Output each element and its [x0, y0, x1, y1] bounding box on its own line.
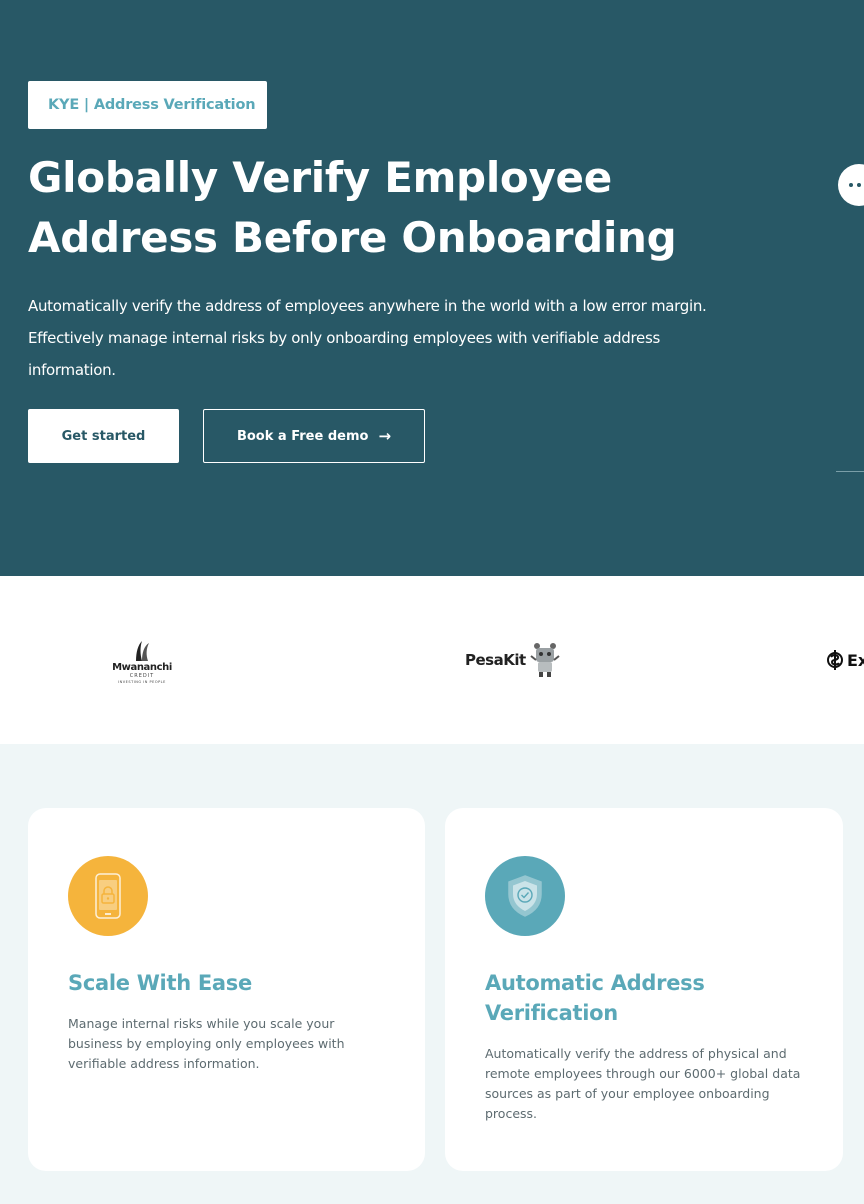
- dot-icon: [857, 183, 861, 187]
- dot-icon: [849, 183, 853, 187]
- mwananchi-mark-icon: [136, 641, 149, 661]
- product-tag: KYE | Address Verification: [28, 81, 267, 129]
- mwananchi-tagline: INVESTING IN PEOPLE: [118, 680, 166, 684]
- mwananchi-logo: Mwananchi CREDIT INVESTING IN PEOPLE: [112, 640, 172, 684]
- ex-logo: Ex: [826, 648, 864, 672]
- feature-title: Scale With Ease: [68, 971, 252, 995]
- ex-mark-icon: [827, 650, 843, 670]
- ex-name: Ex: [847, 650, 864, 670]
- feature-description: Automatically verify the address of phys…: [485, 1046, 801, 1121]
- hero-section: KYE | Address Verification Globally Veri…: [0, 0, 864, 576]
- robot-mascot-icon: [530, 643, 560, 677]
- pesakit-name: PesaKit: [465, 651, 526, 669]
- divider: [836, 471, 864, 472]
- shield-check-icon: [485, 856, 565, 936]
- hero-subtitle: Automatically verify the address of empl…: [28, 297, 707, 379]
- mwananchi-name: Mwananchi: [112, 662, 172, 673]
- book-demo-button[interactable]: Book a Free demo →: [203, 409, 425, 463]
- feature-card-automatic: Automatic Address Verification Automatic…: [445, 808, 843, 1171]
- headline-line-2: Address Before Onboarding: [28, 213, 677, 262]
- get-started-button[interactable]: Get started: [28, 409, 179, 463]
- feature-title: Automatic Address Verification: [485, 971, 705, 1025]
- book-demo-label: Book a Free demo: [236, 428, 369, 444]
- arrow-right-icon: →: [378, 427, 392, 445]
- phone-lock-icon: [68, 856, 148, 936]
- feature-description: Manage internal risks while you scale yo…: [68, 1016, 345, 1071]
- feature-card-scale: Scale With Ease Manage internal risks wh…: [28, 808, 425, 1171]
- page-title: Globally Verify Employee Address Before …: [28, 148, 677, 268]
- more-options-button[interactable]: [838, 164, 864, 206]
- pesakit-logo: PesaKit: [465, 642, 562, 678]
- headline-line-1: Globally Verify Employee: [28, 153, 612, 202]
